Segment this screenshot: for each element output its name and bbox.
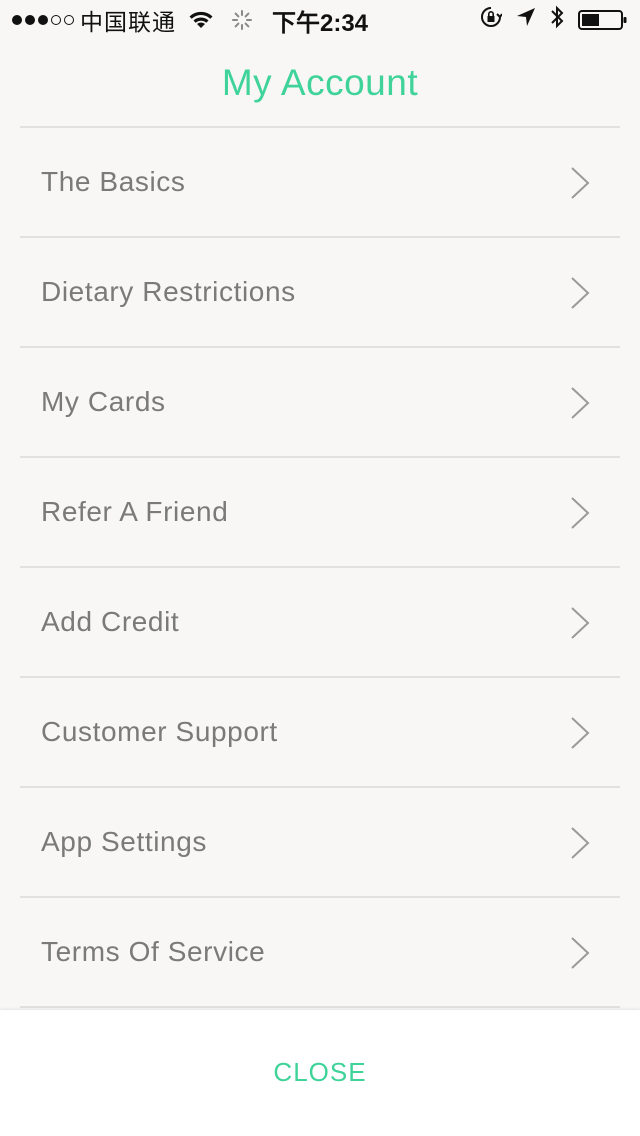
menu-item-dietary-restrictions[interactable]: Dietary Restrictions [20, 238, 620, 348]
signal-dot [64, 15, 74, 25]
activity-icon [232, 10, 252, 30]
menu-item-the-basics[interactable]: The Basics [20, 128, 620, 238]
signal-dot [51, 15, 61, 25]
status-time: 下午2:34 [272, 9, 369, 37]
chevron-right-icon [571, 827, 590, 859]
menu-item-my-cards[interactable]: My Cards [20, 348, 620, 458]
menu-item-label: Terms Of Service [41, 936, 266, 967]
orientation-lock-icon [480, 6, 503, 35]
signal-dot [25, 15, 35, 25]
bottom-panel: CLOSE [0, 1010, 640, 1136]
status-left: 中国联通 [12, 0, 270, 40]
chevron-right-icon [571, 277, 590, 309]
chevron-right-icon [571, 937, 590, 969]
bluetooth-icon [550, 5, 564, 36]
menu-item-label: Customer Support [41, 716, 278, 747]
chevron-right-icon [571, 717, 590, 749]
menu-item-customer-support[interactable]: Customer Support [20, 678, 620, 788]
signal-strength-icon [12, 15, 74, 25]
menu-item-label: Add Credit [41, 606, 180, 637]
signal-dot [12, 15, 22, 25]
menu-item-label: Refer A Friend [41, 496, 229, 527]
menu-item-label: My Cards [41, 386, 166, 417]
account-menu: The Basics Dietary Restrictions My Cards… [20, 126, 620, 1008]
chevron-right-icon [571, 497, 590, 529]
menu-item-terms-of-service[interactable]: Terms Of Service [20, 898, 620, 1008]
close-button[interactable]: CLOSE [220, 1048, 420, 1096]
wifi-icon [188, 10, 214, 30]
signal-dot [38, 15, 48, 25]
status-bar: 中国联通 下午2:34 [0, 0, 640, 40]
carrier-name: 中国联通 [80, 9, 176, 35]
battery-icon [578, 9, 628, 31]
menu-item-app-settings[interactable]: App Settings [20, 788, 620, 898]
page-title: My Account [221, 62, 419, 103]
menu-item-label: App Settings [41, 826, 207, 857]
menu-item-add-credit[interactable]: Add Credit [20, 568, 620, 678]
location-icon [516, 6, 536, 34]
menu-item-label: Dietary Restrictions [41, 276, 296, 307]
status-right [480, 0, 628, 40]
menu-item-label: The Basics [41, 166, 186, 197]
menu-item-refer-a-friend[interactable]: Refer A Friend [20, 458, 620, 568]
chevron-right-icon [571, 607, 590, 639]
chevron-right-icon [571, 167, 590, 199]
chevron-right-icon [571, 387, 590, 419]
